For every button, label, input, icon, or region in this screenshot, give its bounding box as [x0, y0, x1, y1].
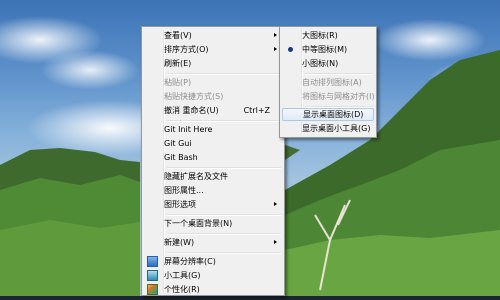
menu-item-screen-resolution[interactable]: 屏幕分辨率(C) — [144, 255, 282, 268]
submenu-item-medium-icons[interactable]: 中等图标(M) — [282, 43, 374, 56]
submenu-item-auto-arrange[interactable]: 自动排列图标(A) — [282, 76, 374, 89]
menu-item-label: 查看(V) — [164, 31, 192, 40]
menu-item-personalize[interactable]: 个性化(R) — [144, 283, 282, 296]
menu-separator — [167, 252, 281, 254]
taskbar-edge — [0, 296, 500, 300]
menu-item-git-bash[interactable]: Git Bash — [144, 151, 282, 164]
menu-item-next-background[interactable]: 下一个桌面背景(N) — [144, 217, 282, 230]
menu-item-label: 下一个桌面背景(N) — [164, 219, 233, 228]
menu-item-label: 显示桌面小工具(G) — [302, 124, 371, 133]
menu-separator — [305, 73, 373, 75]
menu-item-graphics-properties[interactable]: 图形属性... — [144, 184, 282, 197]
menu-item-paste-shortcut[interactable]: 粘贴快捷方式(S) — [144, 90, 282, 103]
submenu-arrow-icon — [274, 202, 277, 206]
screen-resolution-icon — [147, 256, 158, 267]
menu-item-label: 新建(W) — [164, 238, 195, 247]
menu-item-label: 刷新(E) — [164, 59, 192, 68]
desktop-context-menu: 查看(V) 排序方式(O) 刷新(E) 粘贴(P) 粘贴快捷方式(S) 撤消 重… — [141, 26, 285, 296]
selected-radio-icon — [288, 47, 293, 52]
menu-item-label: 排序方式(O) — [164, 45, 209, 54]
shortcut-label: Ctrl+Z — [243, 106, 270, 115]
submenu-arrow-icon — [274, 240, 277, 244]
menu-item-label: 粘贴(P) — [164, 78, 192, 87]
menu-item-label: 隐藏扩展名及文件 — [164, 172, 228, 181]
menu-item-sort-by[interactable]: 排序方式(O) — [144, 43, 282, 56]
menu-item-label: 图形属性... — [164, 186, 204, 195]
menu-item-label: 中等图标(M) — [302, 45, 348, 54]
menu-separator — [167, 167, 281, 169]
menu-item-gadgets[interactable]: 小工具(G) — [144, 269, 282, 282]
menu-item-hide-extensions[interactable]: 隐藏扩展名及文件 — [144, 170, 282, 183]
menu-item-graphics-options[interactable]: 图形选项 — [144, 198, 282, 211]
menu-item-undo-rename[interactable]: 撤消 重命名(U) Ctrl+Z — [144, 104, 282, 117]
view-submenu: 大图标(R) 中等图标(M) 小图标(N) 自动排列图标(A) 将图标与网格对齐… — [279, 26, 377, 138]
submenu-arrow-icon — [274, 47, 277, 51]
menu-item-label: 图形选项 — [164, 200, 196, 209]
menu-item-label: 粘贴快捷方式(S) — [164, 92, 224, 101]
menu-item-label: Git Gui — [164, 139, 192, 148]
menu-item-label: 将图标与网格对齐(I) — [302, 92, 375, 101]
menu-item-git-gui[interactable]: Git Gui — [144, 137, 282, 150]
menu-item-label: 自动排列图标(A) — [302, 78, 362, 87]
menu-item-label: 大图标(R) — [302, 31, 338, 40]
menu-separator — [167, 233, 281, 235]
personalize-icon — [147, 284, 158, 295]
menu-item-label: Git Bash — [164, 153, 198, 162]
submenu-item-show-desktop-gadgets[interactable]: 显示桌面小工具(G) — [282, 122, 374, 135]
menu-item-view[interactable]: 查看(V) — [144, 29, 282, 42]
submenu-arrow-icon — [274, 33, 277, 37]
menu-item-label: 撤消 重命名(U) — [164, 106, 219, 115]
menu-item-label: 屏幕分辨率(C) — [164, 257, 216, 266]
submenu-item-small-icons[interactable]: 小图标(N) — [282, 57, 374, 70]
submenu-item-show-desktop-icons[interactable]: 显示桌面图标(D) — [282, 108, 374, 121]
menu-item-refresh[interactable]: 刷新(E) — [144, 57, 282, 70]
menu-item-label: Git Init Here — [164, 125, 213, 134]
menu-separator — [167, 214, 281, 216]
menu-item-git-init[interactable]: Git Init Here — [144, 123, 282, 136]
gadgets-icon — [147, 270, 158, 281]
menu-separator — [167, 120, 281, 122]
menu-item-label: 显示桌面图标(D) — [303, 110, 364, 119]
menu-item-label: 小工具(G) — [164, 271, 201, 280]
menu-item-label: 小图标(N) — [302, 59, 339, 68]
menu-item-label: 个性化(R) — [164, 285, 200, 294]
submenu-item-large-icons[interactable]: 大图标(R) — [282, 29, 374, 42]
menu-item-new[interactable]: 新建(W) — [144, 236, 282, 249]
menu-separator — [167, 73, 281, 75]
submenu-item-align-to-grid[interactable]: 将图标与网格对齐(I) — [282, 90, 375, 103]
menu-item-paste[interactable]: 粘贴(P) — [144, 76, 282, 89]
